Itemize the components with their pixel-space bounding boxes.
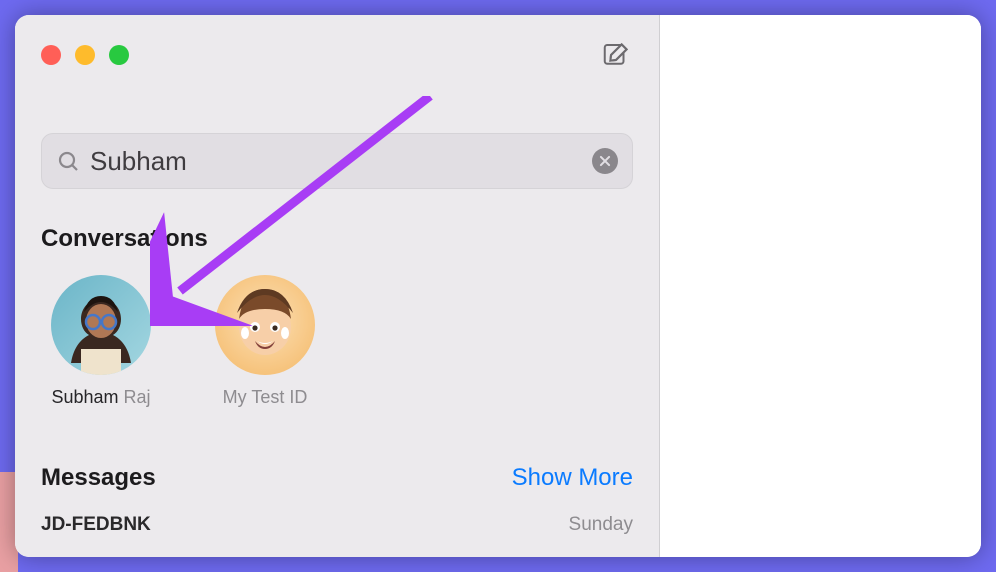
compose-icon <box>601 40 631 70</box>
sidebar: Conversations <box>15 15 660 557</box>
person-photo-icon <box>51 279 151 375</box>
message-row[interactable]: JD-FEDBNK Sunday <box>41 514 633 536</box>
minimize-button[interactable] <box>75 45 95 65</box>
message-sender: JD-FEDBNK <box>41 514 151 536</box>
avatar <box>215 275 315 375</box>
memoji-icon <box>215 275 315 375</box>
conversation-item[interactable]: Subham Raj <box>41 275 161 408</box>
label-rest: Raj <box>119 387 151 407</box>
compose-button[interactable] <box>599 38 633 72</box>
messages-header: Messages Show More <box>41 464 633 492</box>
conversation-pane <box>660 15 981 557</box>
search-input[interactable] <box>90 146 582 177</box>
conversations-list: Subham Raj <box>41 275 633 408</box>
avatar <box>51 275 151 375</box>
search-field[interactable] <box>41 133 633 189</box>
conversations-heading: Conversations <box>41 225 633 253</box>
app-layout: Conversations <box>15 15 981 557</box>
label-rest: My Test ID <box>223 387 308 407</box>
messages-heading: Messages <box>41 464 156 492</box>
fullscreen-button[interactable] <box>109 45 129 65</box>
conversation-label: Subham Raj <box>51 387 150 408</box>
conversation-item[interactable]: My Test ID <box>205 275 325 408</box>
message-time: Sunday <box>569 514 633 536</box>
clear-search-button[interactable] <box>592 148 618 174</box>
search-icon <box>56 149 80 173</box>
titlebar <box>41 33 633 77</box>
close-icon <box>598 154 612 168</box>
show-more-link[interactable]: Show More <box>512 464 633 492</box>
conversation-label: My Test ID <box>223 387 308 408</box>
label-highlight: Subham <box>51 387 118 407</box>
window-controls <box>41 45 129 65</box>
close-button[interactable] <box>41 45 61 65</box>
app-window: Conversations <box>15 15 981 557</box>
